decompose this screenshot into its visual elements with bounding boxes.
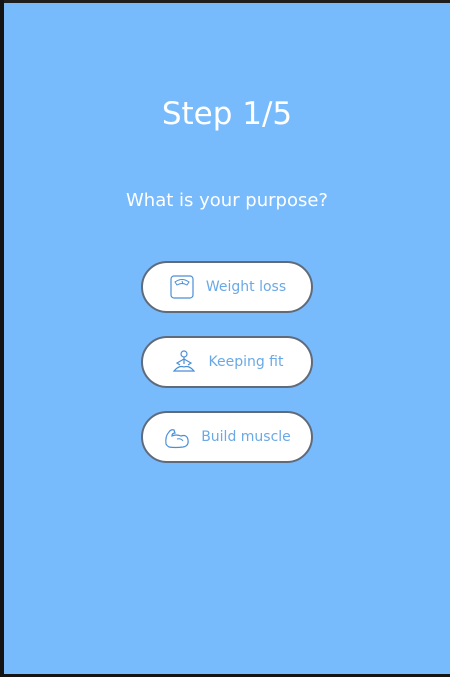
scale-icon: [168, 273, 196, 301]
keeping-fit-label: Keeping fit: [208, 354, 284, 370]
weight-loss-label: Weight loss: [205, 279, 287, 295]
weight-loss-button[interactable]: Weight loss: [141, 261, 313, 313]
onboarding-screen: Step 1/5 What is your purpose? Weight lo…: [4, 3, 450, 674]
build-muscle-label: Build muscle: [201, 429, 291, 445]
keeping-fit-button[interactable]: Keeping fit: [141, 336, 313, 388]
muscle-arm-icon: [163, 423, 191, 451]
meditation-icon: [170, 348, 198, 376]
step-indicator: Step 1/5: [161, 96, 293, 132]
build-muscle-button[interactable]: Build muscle: [141, 411, 313, 463]
purpose-question: What is your purpose?: [126, 190, 328, 211]
